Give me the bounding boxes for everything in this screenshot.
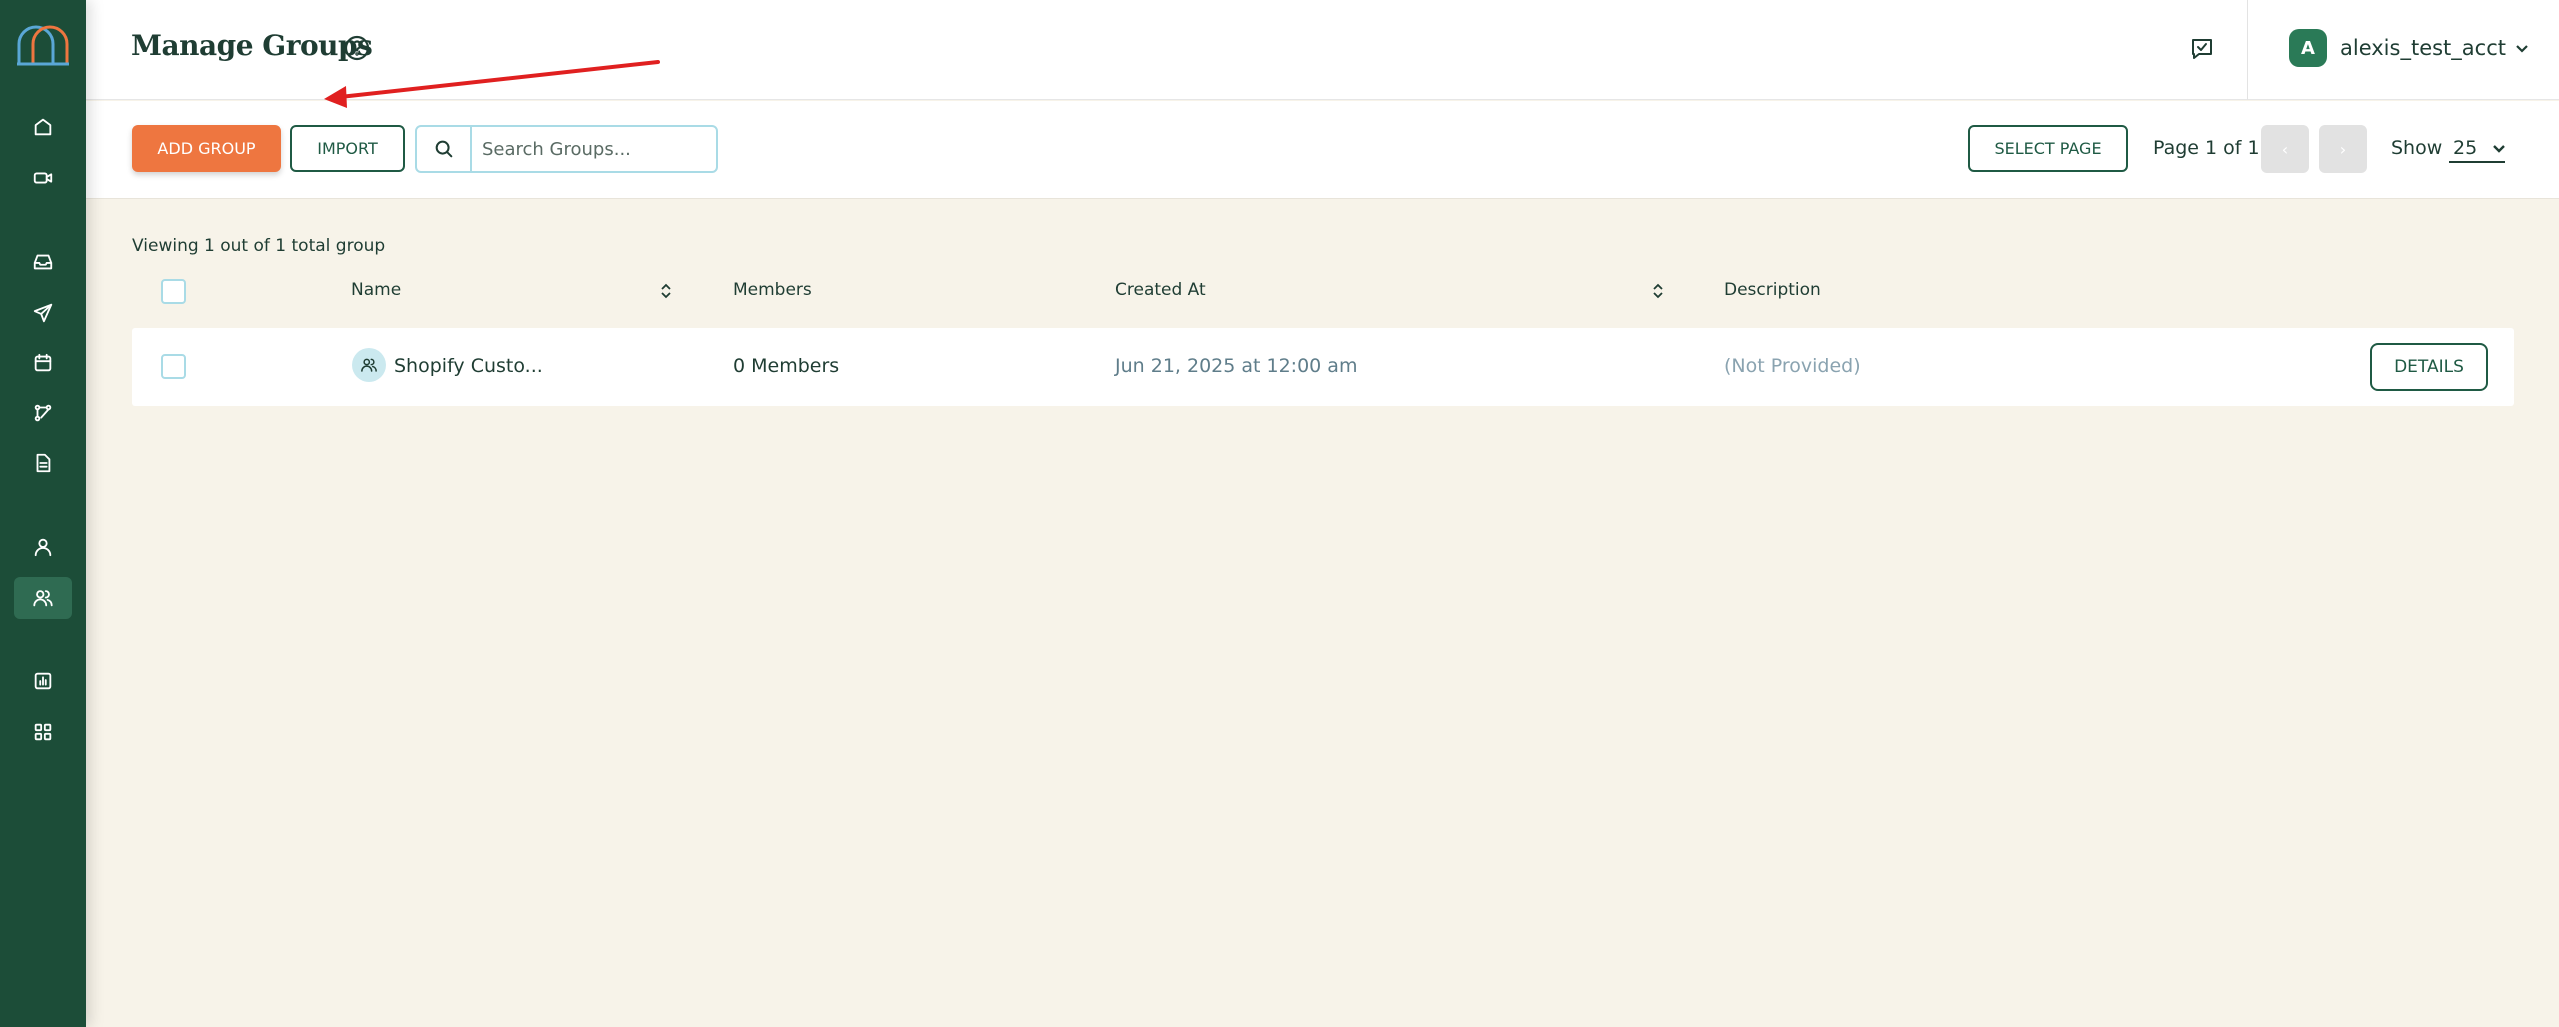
select-page-button[interactable]: SELECT PAGE xyxy=(1968,125,2128,172)
row-checkbox[interactable] xyxy=(161,354,186,379)
account-name: alexis_test_acct xyxy=(2340,36,2506,60)
column-header-members: Members xyxy=(733,280,812,300)
import-button[interactable]: IMPORT xyxy=(290,125,405,172)
table-row[interactable]: Shopify Custo... 0 Members Jun 21, 2025 … xyxy=(132,328,2514,406)
search-icon[interactable] xyxy=(417,127,472,171)
pagination-info: Page 1 of 1 xyxy=(2153,137,2260,159)
group-members: 0 Members xyxy=(733,355,840,377)
account-menu[interactable]: A alexis_test_acct xyxy=(2289,28,2530,68)
inbox-icon xyxy=(33,254,53,270)
sidebar-item-calendar[interactable] xyxy=(14,342,72,384)
previous-page-button[interactable]: ‹ xyxy=(2261,125,2309,173)
page-size-select[interactable]: 25 xyxy=(2449,135,2507,163)
sort-icon[interactable] xyxy=(1651,282,1665,300)
sidebar-item-contacts[interactable] xyxy=(14,526,72,568)
column-header-created[interactable]: Created At xyxy=(1115,280,1206,300)
contact-icon xyxy=(34,538,52,557)
toolbar: ADD GROUP IMPORT SELECT PAGE Page 1 of 1… xyxy=(86,101,2559,199)
send-icon xyxy=(33,303,53,323)
calendar-icon xyxy=(34,353,52,372)
group-name[interactable]: Shopify Custo... xyxy=(394,355,543,377)
page-title: Manage Groups xyxy=(131,29,373,62)
sidebar-item-groups[interactable] xyxy=(14,577,72,619)
apps-icon xyxy=(34,723,52,741)
details-button[interactable]: DETAILS xyxy=(2370,343,2488,391)
chevron-down-icon xyxy=(2491,140,2507,156)
avatar: A xyxy=(2289,29,2327,67)
show-label: Show xyxy=(2391,137,2443,159)
search-box xyxy=(415,125,718,173)
sidebar-item-apps[interactable] xyxy=(14,711,72,753)
chevron-down-icon xyxy=(2514,40,2530,56)
workflow-icon xyxy=(34,404,52,422)
sidebar-item-send[interactable] xyxy=(14,292,72,334)
document-icon xyxy=(36,453,51,473)
select-all-checkbox[interactable] xyxy=(161,279,186,304)
video-icon xyxy=(33,172,53,184)
sidebar-item-workflows[interactable] xyxy=(14,392,72,434)
page-header: Manage Groups A alexis_test_acct xyxy=(86,0,2559,100)
results-count: Viewing 1 out of 1 total group xyxy=(132,236,386,256)
search-input[interactable] xyxy=(472,127,716,171)
sidebar-item-analytics[interactable] xyxy=(14,660,72,702)
group-icon xyxy=(352,348,386,382)
column-header-description: Description xyxy=(1724,280,1821,300)
add-group-button[interactable]: ADD GROUP xyxy=(132,125,281,172)
sort-icon[interactable] xyxy=(659,282,673,300)
sidebar-item-documents[interactable] xyxy=(14,442,72,484)
next-page-button[interactable]: › xyxy=(2319,125,2367,173)
page-size-value: 25 xyxy=(2453,137,2478,159)
sidebar xyxy=(0,0,86,1027)
home-icon xyxy=(34,118,52,136)
group-description: (Not Provided) xyxy=(1724,355,1861,377)
help-icon[interactable] xyxy=(343,34,371,62)
sidebar-item-video[interactable] xyxy=(14,157,72,199)
analytics-icon xyxy=(34,672,52,690)
app-logo[interactable] xyxy=(11,20,73,70)
sidebar-item-home[interactable] xyxy=(14,106,72,148)
column-header-name[interactable]: Name xyxy=(351,280,401,300)
feedback-chat-icon[interactable] xyxy=(2189,36,2215,62)
header-divider xyxy=(2247,0,2248,100)
groups-icon xyxy=(33,590,53,607)
group-created-at: Jun 21, 2025 at 12:00 am xyxy=(1115,355,1358,377)
sidebar-item-inbox[interactable] xyxy=(14,241,72,283)
